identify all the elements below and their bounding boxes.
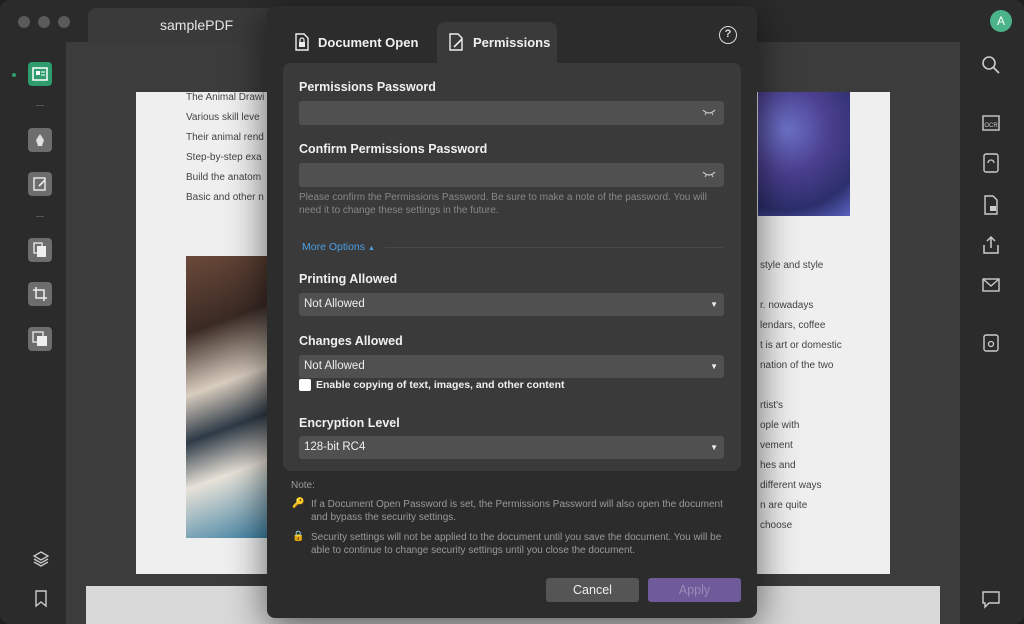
bookmark-icon[interactable] bbox=[34, 590, 48, 608]
help-button[interactable]: ? bbox=[719, 26, 737, 44]
page-text-line: Step-by-step exa bbox=[186, 152, 262, 163]
printing-allowed-value: Not Allowed bbox=[304, 298, 365, 310]
changes-allowed-value: Not Allowed bbox=[304, 360, 365, 372]
page-text-line: lendars, coffee bbox=[760, 320, 826, 331]
crop-icon bbox=[33, 287, 47, 301]
chevron-down-icon: ▼ bbox=[710, 443, 718, 452]
chevron-up-icon: ▲ bbox=[367, 245, 375, 252]
protect-document-icon[interactable] bbox=[980, 194, 1002, 216]
layers-icon[interactable] bbox=[32, 550, 50, 568]
more-options-label: More Options bbox=[302, 241, 366, 253]
printing-allowed-label: Printing Allowed bbox=[299, 272, 398, 286]
tab-label: Document Open bbox=[318, 35, 419, 50]
protect-icon bbox=[32, 331, 47, 346]
page-text-line: hes and bbox=[760, 460, 796, 471]
pages-icon bbox=[33, 242, 46, 257]
apply-button[interactable]: Apply bbox=[648, 578, 741, 602]
page-text-line: choose bbox=[760, 520, 793, 531]
confirm-password-label: Confirm Permissions Password bbox=[299, 142, 488, 156]
tab-label: Permissions bbox=[473, 35, 551, 50]
note-title: Note: bbox=[291, 480, 315, 491]
note-document-open: If a Document Open Password is set, the … bbox=[311, 499, 723, 523]
zoom-window-button[interactable] bbox=[58, 16, 70, 28]
permissions-password-input[interactable] bbox=[299, 101, 724, 125]
avatar[interactable]: A bbox=[990, 10, 1012, 32]
document-tab[interactable]: samplePDF bbox=[88, 8, 278, 42]
more-options-toggle[interactable]: More Options ▲ bbox=[302, 241, 375, 253]
page-text-line: style and style bbox=[760, 260, 824, 271]
minimize-window-button[interactable] bbox=[38, 16, 50, 28]
divider bbox=[36, 216, 44, 217]
page-text-line: n are quite bbox=[760, 500, 808, 511]
page-text-line: ople with bbox=[760, 420, 800, 431]
page-text-line: r. nowadays bbox=[760, 300, 814, 311]
lock-document-icon bbox=[295, 33, 309, 51]
page-text-line: Build the anatom bbox=[186, 172, 262, 183]
comment-tool-button[interactable] bbox=[28, 128, 52, 152]
page-text-line: Various skill leve bbox=[186, 112, 260, 123]
page-text-line: t is art or domestic bbox=[760, 340, 842, 351]
chevron-down-icon: ▼ bbox=[710, 300, 718, 309]
encryption-level-label: Encryption Level bbox=[299, 416, 400, 430]
enable-copying-checkbox[interactable] bbox=[299, 379, 311, 391]
page-text-line: Their animal rend bbox=[186, 132, 264, 143]
share-icon[interactable] bbox=[980, 234, 1002, 256]
right-toolbar: OCR bbox=[960, 42, 1024, 624]
changes-allowed-label: Changes Allowed bbox=[299, 334, 403, 348]
note-security-settings: Security settings will not be applied to… bbox=[311, 532, 722, 556]
divider bbox=[385, 247, 723, 248]
permissions-password-field[interactable] bbox=[299, 101, 724, 125]
reader-icon bbox=[32, 67, 48, 81]
divider bbox=[36, 105, 44, 106]
page-text-line: rtist's bbox=[760, 400, 784, 411]
confirm-password-input[interactable] bbox=[299, 163, 724, 187]
security-dialog: Document Open Permissions ? Permissions … bbox=[267, 6, 757, 618]
page-text-line: different ways bbox=[760, 480, 822, 491]
tab-permissions[interactable]: Permissions bbox=[437, 22, 557, 64]
page-text-line: vement bbox=[760, 440, 793, 451]
convert-icon[interactable] bbox=[980, 152, 1002, 174]
printing-allowed-select[interactable]: Not Allowed ▼ bbox=[299, 293, 724, 316]
permissions-panel: Permissions Password Confirm Permissions… bbox=[283, 63, 741, 471]
page-text-line: nation of the two bbox=[760, 360, 834, 371]
app-window: samplePDF A The Animal Drawi Various ski… bbox=[0, 0, 1024, 624]
chevron-down-icon: ▼ bbox=[710, 362, 718, 371]
reader-mode-button[interactable] bbox=[28, 62, 52, 86]
encryption-level-value: 128-bit RC4 bbox=[304, 441, 366, 453]
search-icon[interactable] bbox=[980, 54, 1002, 76]
enable-copying-label[interactable]: Enable copying of text, images, and othe… bbox=[316, 379, 565, 391]
edit-document-icon bbox=[449, 33, 463, 51]
hide-password-icon[interactable] bbox=[702, 169, 716, 179]
page-text-line: Basic and other n bbox=[186, 192, 264, 203]
close-window-button[interactable] bbox=[18, 16, 30, 28]
highlighter-icon bbox=[36, 134, 44, 146]
confirm-password-field[interactable] bbox=[299, 163, 724, 187]
page-photo-painting bbox=[186, 256, 268, 538]
protect-tool-button[interactable] bbox=[28, 327, 52, 351]
tab-document-open[interactable]: Document Open bbox=[283, 22, 441, 64]
hide-password-icon[interactable] bbox=[702, 107, 716, 117]
organize-pages-button[interactable] bbox=[28, 238, 52, 262]
ocr-icon[interactable]: OCR bbox=[980, 112, 1002, 134]
edit-tool-button[interactable] bbox=[28, 172, 52, 196]
svg-text:OCR: OCR bbox=[984, 123, 998, 129]
confirm-password-hint: Please confirm the Permissions Password.… bbox=[299, 192, 707, 216]
save-icon[interactable] bbox=[980, 332, 1002, 354]
permissions-password-label: Permissions Password bbox=[299, 80, 436, 94]
active-indicator bbox=[12, 73, 16, 77]
changes-allowed-select[interactable]: Not Allowed ▼ bbox=[299, 355, 724, 378]
cancel-button[interactable]: Cancel bbox=[546, 578, 639, 602]
page-photo-texture bbox=[758, 92, 850, 216]
crop-tool-button[interactable] bbox=[28, 282, 52, 306]
comment-icon[interactable] bbox=[980, 588, 1002, 610]
left-toolbar bbox=[0, 42, 66, 624]
key-icon: 🔑 bbox=[292, 498, 305, 509]
lock-icon: 🔒 bbox=[292, 531, 305, 542]
mail-icon[interactable] bbox=[980, 274, 1002, 296]
edit-text-icon bbox=[33, 177, 46, 191]
page-text-line: The Animal Drawi bbox=[186, 92, 265, 103]
encryption-level-select[interactable]: 128-bit RC4 ▼ bbox=[299, 436, 724, 459]
